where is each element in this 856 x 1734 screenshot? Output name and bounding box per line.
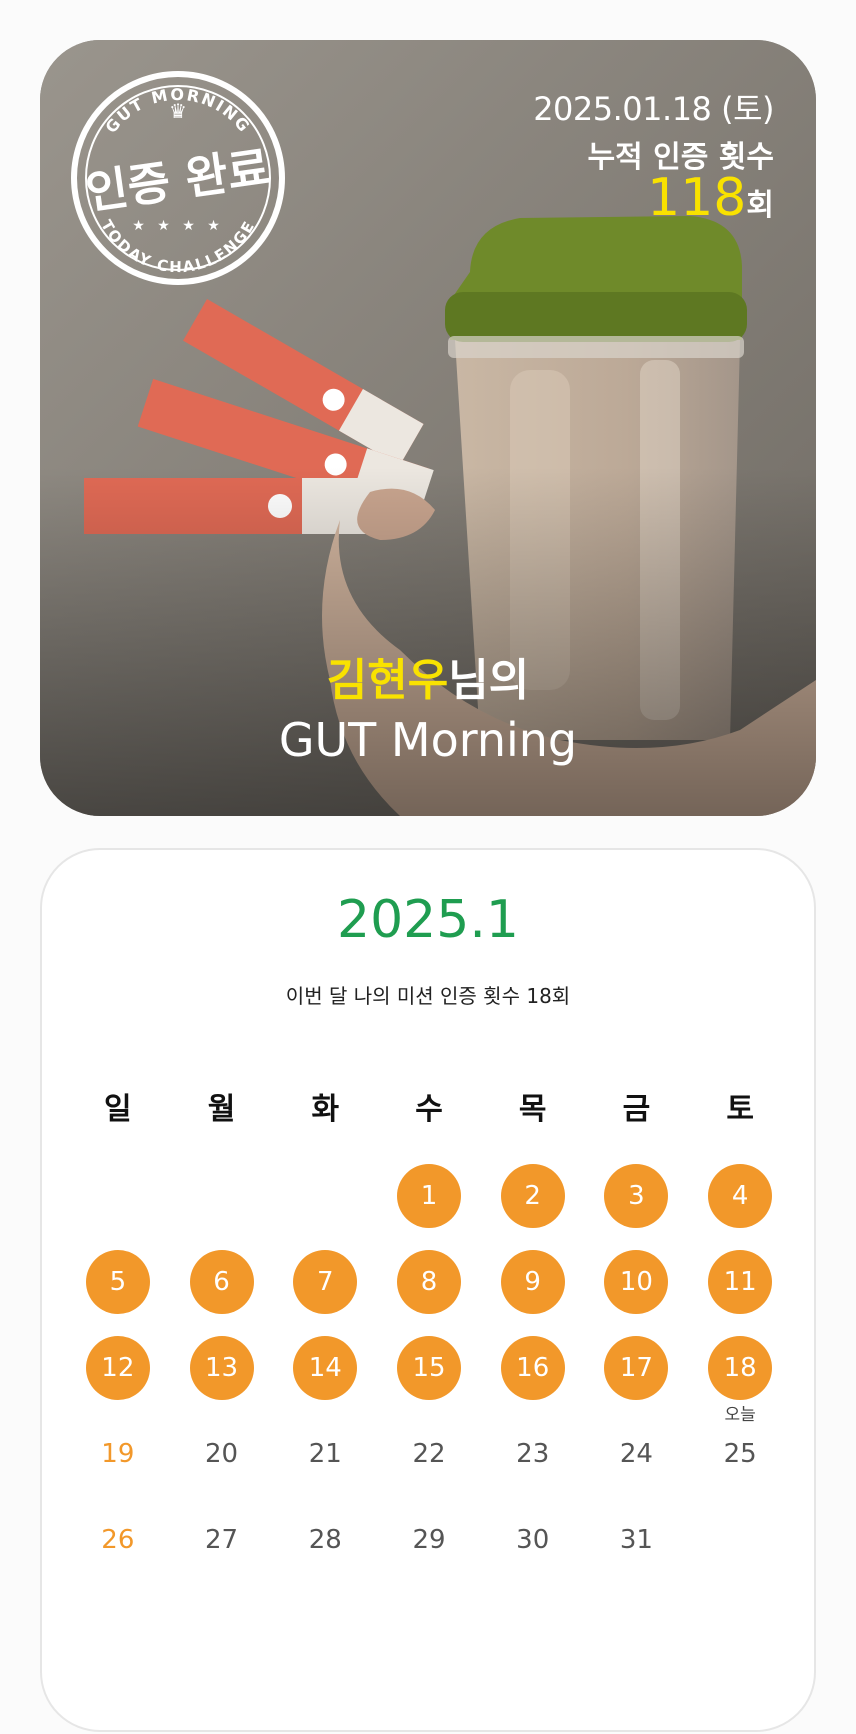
calendar-day[interactable]: 2 <box>481 1148 585 1244</box>
certified-day-marker: 1 <box>396 1164 461 1228</box>
calendar-day[interactable]: 12 <box>66 1320 170 1416</box>
certified-day-marker: 7 <box>293 1250 358 1314</box>
calendar-day[interactable]: 30 <box>481 1492 585 1588</box>
weekday-fri: 금 <box>622 1092 651 1127</box>
calendar-day[interactable]: 7 <box>273 1234 377 1330</box>
calendar-day[interactable]: 6 <box>170 1234 274 1330</box>
calendar-day[interactable]: 22 <box>377 1406 481 1502</box>
calendar-day[interactable]: 15 <box>377 1320 481 1416</box>
calendar-week-row: 1234 <box>66 1148 792 1244</box>
certified-day-marker: 15 <box>396 1336 461 1400</box>
monthly-mission-summary: 이번 달 나의 미션 인증 횟수 18회 <box>285 984 571 1008</box>
calendar-empty-cell <box>170 1148 274 1244</box>
certified-day-marker: 14 <box>293 1336 358 1400</box>
calendar-day-number: 28 <box>308 1525 342 1555</box>
calendar-day[interactable]: 26 <box>66 1492 170 1588</box>
calendar-day[interactable]: 18 오늘 <box>688 1320 792 1425</box>
user-name: 김현우 <box>326 655 449 706</box>
calendar-day[interactable]: 25 <box>688 1406 792 1502</box>
certification-photo-card: GUT MORNING TODAY CHALLENGE ♛ 인증 완료 ★ ★ … <box>40 40 816 816</box>
calendar-day[interactable]: 3 <box>585 1148 689 1244</box>
calendar-day-number: 26 <box>101 1525 135 1555</box>
calendar-day-number: 19 <box>101 1439 135 1469</box>
weekday-thu: 목 <box>518 1092 547 1127</box>
calendar-month-title: 2025.1 <box>337 890 519 950</box>
certified-day-marker: 5 <box>85 1250 150 1314</box>
weekday-mon: 월 <box>207 1092 236 1127</box>
certified-day-marker: 4 <box>708 1164 773 1228</box>
cumulative-count-number: 118 <box>647 168 747 228</box>
weekday-header: 일 월 화 수 목 금 토 <box>66 1088 792 1132</box>
name-suffix: 님의 <box>448 655 530 706</box>
cumulative-count: 118회 <box>647 168 774 228</box>
calendar-day-number: 24 <box>619 1439 653 1469</box>
calendar-day[interactable]: 11 <box>688 1234 792 1330</box>
calendar-day[interactable]: 29 <box>377 1492 481 1588</box>
calendar-day[interactable]: 27 <box>170 1492 274 1588</box>
weekday-sat: 토 <box>726 1092 754 1127</box>
calendar-day[interactable]: 14 <box>273 1320 377 1416</box>
calendar-day[interactable]: 17 <box>585 1320 689 1416</box>
calendar-day-number: 21 <box>308 1439 342 1469</box>
certified-day-marker: 8 <box>396 1250 461 1314</box>
weekday-sun: 일 <box>104 1092 132 1127</box>
badge-main-text: 인증 완료 <box>82 140 273 219</box>
calendar-day[interactable]: 10 <box>585 1234 689 1330</box>
calendar-day[interactable]: 9 <box>481 1234 585 1330</box>
calendar-day[interactable]: 31 <box>585 1492 689 1588</box>
certified-day-marker: 12 <box>85 1336 150 1400</box>
certification-title: 김현우님의 GUT Morning <box>40 652 816 770</box>
calendar-empty-cell <box>273 1148 377 1244</box>
calendar-day[interactable]: 4 <box>688 1148 792 1244</box>
calendar-empty-cell <box>688 1492 792 1588</box>
certified-day-marker: 10 <box>604 1250 669 1314</box>
calendar-day-number: 20 <box>205 1439 239 1469</box>
weekday-wed: 수 <box>415 1092 443 1127</box>
calendar-day-number: 29 <box>412 1525 446 1555</box>
calendar-empty-cell <box>66 1148 170 1244</box>
calendar-day[interactable]: 5 <box>66 1234 170 1330</box>
calendar-week-row: 12 13 14 15 16 17 18 오늘 <box>66 1320 792 1425</box>
calendar-week-row: 5 6 7 8 9 10 11 <box>66 1234 792 1330</box>
certification-badge: GUT MORNING TODAY CHALLENGE ♛ 인증 완료 ★ ★ … <box>71 71 285 285</box>
certified-day-marker: 16 <box>500 1336 565 1400</box>
calendar-day[interactable]: 21 <box>273 1406 377 1502</box>
calendar-week-row: 26 27 28 29 30 31 <box>66 1492 792 1588</box>
calendar-day[interactable]: 16 <box>481 1320 585 1416</box>
cumulative-count-unit: 회 <box>746 188 774 223</box>
certified-day-marker: 9 <box>500 1250 565 1314</box>
page: GUT MORNING TODAY CHALLENGE ♛ 인증 완료 ★ ★ … <box>0 0 856 1734</box>
calendar-day-number: 22 <box>412 1439 446 1469</box>
calendar-day[interactable]: 13 <box>170 1320 274 1416</box>
calendar-day[interactable]: 20 <box>170 1406 274 1502</box>
calendar-day[interactable]: 24 <box>585 1406 689 1502</box>
calendar-card: 2025.1 이번 달 나의 미션 인증 횟수 18회 일 월 화 수 목 금 … <box>40 848 816 1732</box>
calendar-day[interactable]: 28 <box>273 1492 377 1588</box>
calendar-day[interactable]: 23 <box>481 1406 585 1502</box>
program-title: GUT Morning <box>278 713 578 767</box>
calendar-day[interactable]: 19 <box>66 1406 170 1502</box>
calendar-day[interactable]: 8 <box>377 1234 481 1330</box>
certification-date: 2025.01.18 (토) <box>533 90 774 128</box>
certified-day-marker: 6 <box>189 1250 254 1314</box>
certified-day-marker: 18 <box>708 1336 773 1400</box>
certified-day-marker: 3 <box>604 1164 669 1228</box>
calendar-day-number: 31 <box>619 1525 653 1555</box>
certified-day-marker: 13 <box>189 1336 254 1400</box>
certified-day-marker: 2 <box>500 1164 565 1228</box>
calendar-day-number: 27 <box>205 1525 239 1555</box>
certified-day-marker: 17 <box>604 1336 669 1400</box>
title-user-line: 김현우님의 <box>40 652 816 710</box>
crown-icon: ♛ <box>169 99 187 123</box>
calendar-day-number: 23 <box>516 1439 550 1469</box>
calendar-day-number: 30 <box>516 1525 550 1555</box>
weekday-tue: 화 <box>311 1092 340 1127</box>
calendar-day[interactable]: 1 <box>377 1148 481 1244</box>
badge-stars-icon: ★ ★ ★ ★ <box>132 218 224 234</box>
calendar-week-row: 19 20 21 22 23 24 25 <box>66 1406 792 1502</box>
calendar-day-number: 25 <box>723 1439 757 1469</box>
certified-day-marker: 11 <box>708 1250 773 1314</box>
